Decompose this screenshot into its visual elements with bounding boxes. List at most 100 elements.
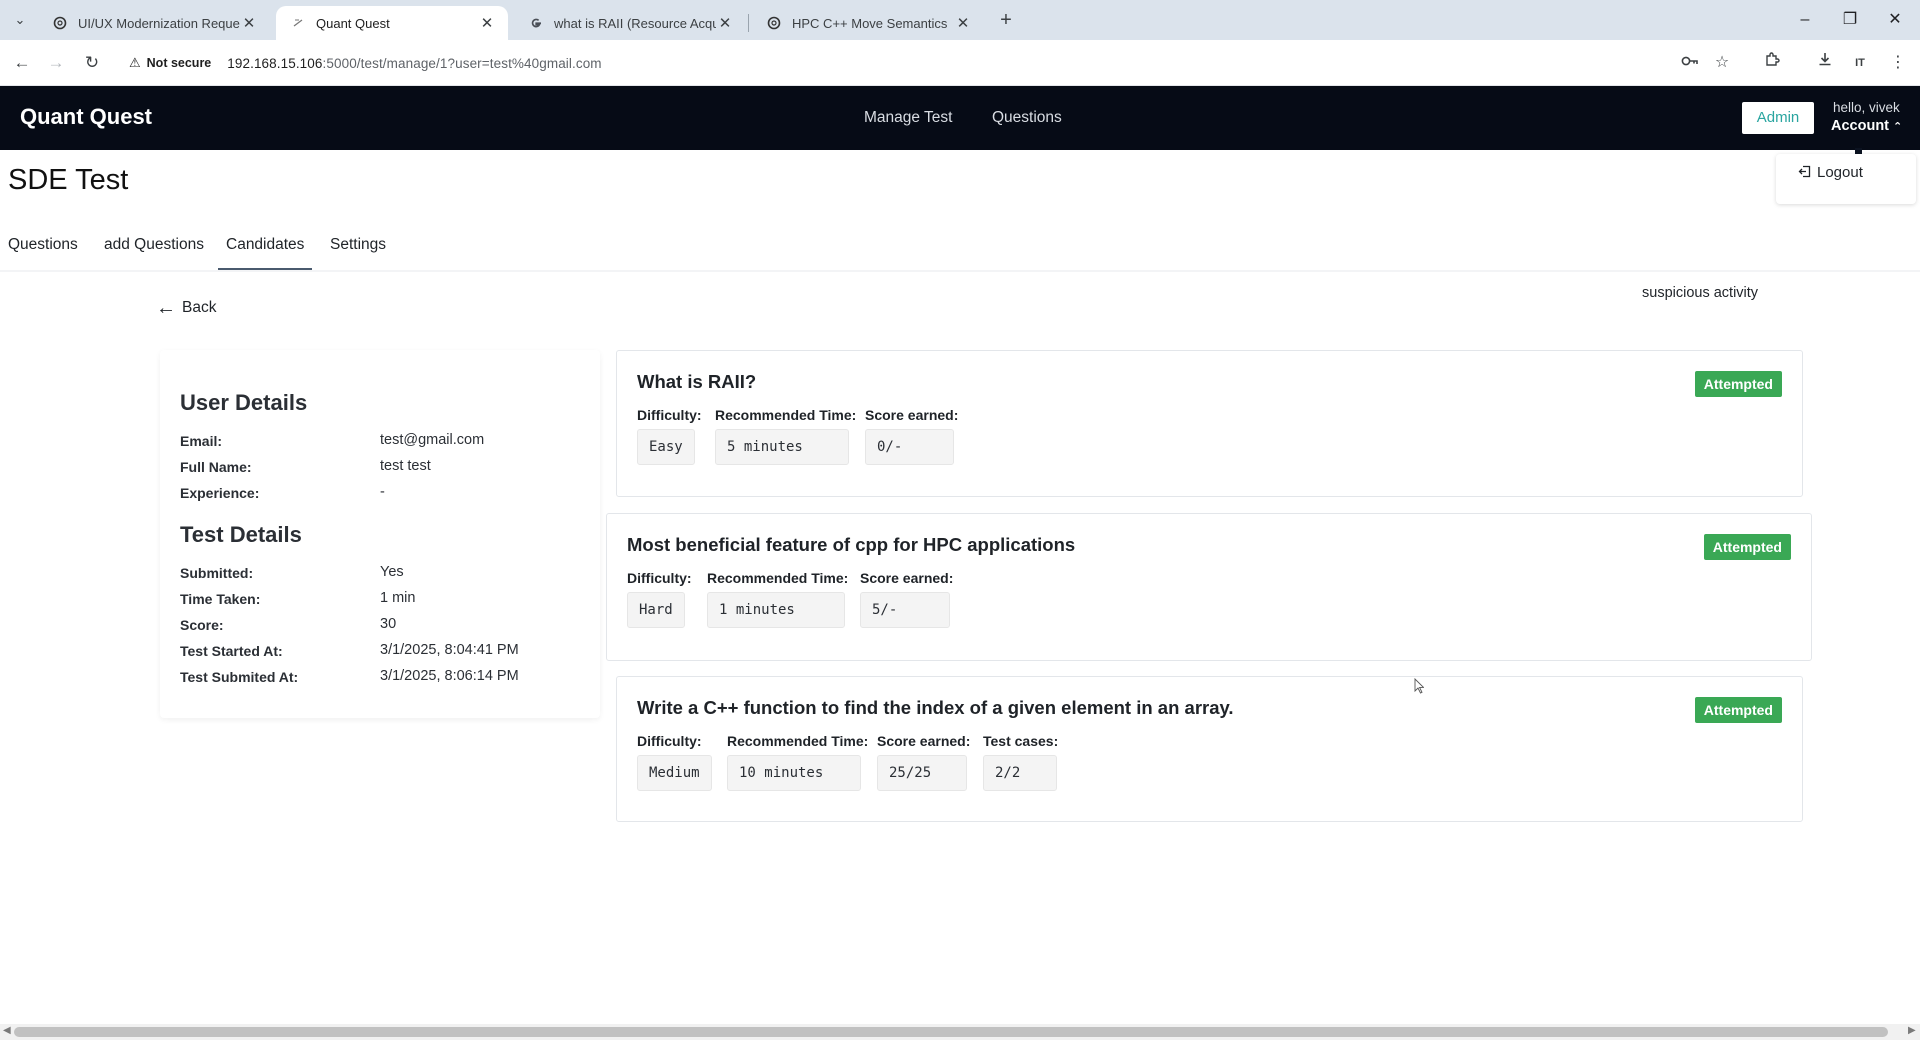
nav-questions[interactable]: Questions bbox=[992, 109, 1062, 127]
brand-logo[interactable]: Quant Quest bbox=[20, 104, 152, 130]
submitted-value: Yes bbox=[380, 564, 404, 580]
bookmark-star-icon[interactable]: ☆ bbox=[1708, 49, 1736, 77]
url-text[interactable]: 192.168.15.106:5000/test/manage/1?user=t… bbox=[227, 56, 601, 71]
recommended-time-value: 1 minutes bbox=[707, 592, 845, 628]
browser-tab-strip: ⌄ UI/UX Modernization Request ✕ Quant Qu… bbox=[0, 0, 1920, 40]
security-indicator[interactable]: ⚠ Not secure bbox=[129, 55, 211, 71]
submitted-at-value: 3/1/2025, 8:06:14 PM bbox=[380, 668, 519, 684]
difficulty-label: Difficulty: bbox=[637, 733, 702, 749]
question-card[interactable]: Write a C++ function to find the index o… bbox=[616, 676, 1803, 822]
address-bar[interactable]: ⚠ Not secure 192.168.15.106:5000/test/ma… bbox=[124, 47, 1764, 79]
full-name-label: Full Name: bbox=[180, 459, 252, 475]
app-header: Quant Quest Manage Test Questions Admin … bbox=[0, 86, 1920, 150]
question-title: Most beneficial feature of cpp for HPC a… bbox=[627, 534, 1076, 555]
test-cases-value: 2/2 bbox=[983, 755, 1057, 791]
test-cases-label: Test cases: bbox=[983, 733, 1059, 749]
browser-tab-active[interactable]: Quant Quest ✕ bbox=[276, 6, 508, 40]
account-dropdown: Logout bbox=[1776, 154, 1916, 204]
difficulty-value: Medium bbox=[637, 755, 712, 791]
minimize-icon[interactable]: – bbox=[1782, 6, 1828, 34]
started-at-label: Test Started At: bbox=[180, 643, 283, 659]
browser-tab[interactable]: UI/UX Modernization Request ✕ bbox=[38, 6, 270, 40]
account-label: Account bbox=[1831, 118, 1889, 134]
google-icon bbox=[528, 15, 544, 31]
tab-separator bbox=[748, 14, 749, 32]
tab-search-chevron-icon[interactable]: ⌄ bbox=[8, 8, 32, 32]
time-taken-value: 1 min bbox=[380, 590, 416, 606]
back-arrow-icon[interactable]: ← bbox=[8, 49, 36, 77]
browser-tab[interactable]: what is RAII (Resource Acquisiti ✕ bbox=[514, 6, 746, 40]
extensions-puzzle-icon[interactable] bbox=[1758, 49, 1786, 77]
recommended-time-label: Recommended Time: bbox=[715, 407, 857, 423]
tab-close-icon[interactable]: ✕ bbox=[716, 14, 734, 32]
logout-menu-item[interactable]: Logout bbox=[1798, 164, 1863, 181]
account-menu-toggle[interactable]: Account ⌃ bbox=[1831, 118, 1902, 134]
window-close-icon[interactable]: ✕ bbox=[1872, 6, 1918, 34]
tab-questions[interactable]: Questions bbox=[8, 236, 78, 254]
browser-tab[interactable]: HPC C++ Move Semantics ✕ bbox=[752, 6, 984, 40]
user-greeting: hello, vivek bbox=[1833, 100, 1900, 115]
page-title: SDE Test bbox=[8, 164, 129, 196]
tab-title: Quant Quest bbox=[316, 15, 390, 31]
chevron-up-icon: ⌃ bbox=[1893, 121, 1903, 133]
url-path: :5000/test/manage/1?user=test%40gmail.co… bbox=[322, 55, 602, 71]
question-card[interactable]: What is RAII? Attempted Difficulty: Reco… bbox=[616, 350, 1803, 497]
full-name-value: test test bbox=[380, 458, 431, 474]
score-earned-value: 5/- bbox=[860, 592, 950, 628]
browser-toolbar: ← → ↻ ⚠ Not secure 192.168.15.106:5000/t… bbox=[0, 40, 1920, 86]
test-tabs: Questions add Questions Candidates Setti… bbox=[0, 228, 1920, 272]
score-earned-value: 0/- bbox=[865, 429, 954, 465]
scroll-left-arrow-icon[interactable]: ◀ bbox=[3, 1025, 11, 1036]
translate-icon[interactable]: IT bbox=[1846, 49, 1874, 77]
user-details-title: User Details bbox=[180, 390, 308, 415]
recommended-time-value: 10 minutes bbox=[727, 755, 861, 791]
experience-label: Experience: bbox=[180, 485, 260, 501]
reload-icon[interactable]: ↻ bbox=[78, 49, 106, 77]
logout-icon bbox=[1798, 165, 1811, 181]
back-link[interactable]: ← Back bbox=[156, 298, 217, 318]
score-value: 30 bbox=[380, 616, 397, 632]
recommended-time-label: Recommended Time: bbox=[727, 733, 869, 749]
submitted-at-label: Test Submited At: bbox=[180, 669, 299, 685]
tab-title: HPC C++ Move Semantics bbox=[792, 15, 948, 31]
nav-manage-test[interactable]: Manage Test bbox=[864, 109, 952, 127]
security-label: Not secure bbox=[146, 56, 212, 70]
tab-close-icon[interactable]: ✕ bbox=[954, 14, 972, 32]
time-taken-label: Time Taken: bbox=[180, 591, 261, 607]
difficulty-value: Easy bbox=[637, 429, 695, 465]
recommended-time-label: Recommended Time: bbox=[707, 570, 849, 586]
tab-add-questions[interactable]: add Questions bbox=[104, 236, 204, 254]
test-details-title: Test Details bbox=[180, 522, 302, 547]
question-card[interactable]: Most beneficial feature of cpp for HPC a… bbox=[606, 513, 1812, 661]
status-badge: Attempted bbox=[1703, 534, 1791, 560]
email-value: test@gmail.com bbox=[380, 432, 485, 448]
password-key-icon[interactable] bbox=[1676, 49, 1704, 77]
submitted-label: Submitted: bbox=[180, 565, 254, 581]
suspicious-activity-link[interactable]: suspicious activity bbox=[1642, 285, 1758, 301]
page-icon bbox=[290, 15, 306, 31]
candidate-details-panel: User Details Email: test@gmail.com Full … bbox=[160, 350, 600, 718]
tab-title: what is RAII (Resource Acquisiti bbox=[554, 15, 716, 31]
download-icon[interactable] bbox=[1811, 49, 1839, 77]
tab-close-icon[interactable]: ✕ bbox=[240, 14, 258, 32]
tab-close-icon[interactable]: ✕ bbox=[478, 14, 496, 32]
forward-arrow-icon[interactable]: → bbox=[42, 49, 70, 77]
admin-button[interactable]: Admin bbox=[1742, 102, 1814, 134]
question-title: What is RAII? bbox=[637, 371, 757, 392]
tab-title: UI/UX Modernization Request bbox=[78, 15, 240, 31]
restore-icon[interactable]: ❐ bbox=[1827, 6, 1873, 34]
scroll-right-arrow-icon[interactable]: ▶ bbox=[1908, 1025, 1916, 1036]
chatgpt-icon bbox=[52, 15, 68, 31]
score-earned-label: Score earned: bbox=[860, 570, 954, 586]
new-tab-plus-icon[interactable]: + bbox=[993, 8, 1019, 34]
chatgpt-icon bbox=[766, 15, 782, 31]
recommended-time-value: 5 minutes bbox=[715, 429, 849, 465]
back-label: Back bbox=[182, 299, 217, 316]
tab-candidates[interactable]: Candidates bbox=[218, 236, 313, 270]
scrollbar-thumb[interactable] bbox=[14, 1027, 1888, 1037]
score-earned-value: 25/25 bbox=[877, 755, 967, 791]
kebab-menu-icon[interactable]: ⋮ bbox=[1884, 49, 1912, 77]
tab-settings[interactable]: Settings bbox=[330, 236, 386, 254]
status-badge: Attempted bbox=[1694, 371, 1782, 397]
horizontal-scrollbar[interactable]: ◀ ▶ bbox=[0, 1024, 1920, 1040]
